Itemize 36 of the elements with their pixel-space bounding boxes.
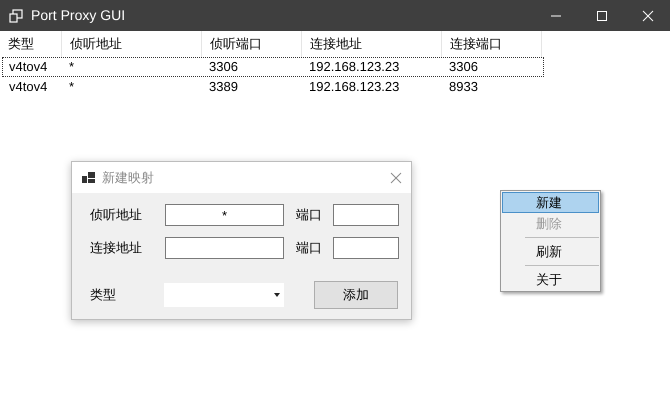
menu-item[interactable]: 新建 — [502, 192, 599, 213]
port-field[interactable] — [333, 237, 399, 259]
field-label: 侦听地址 — [90, 206, 143, 224]
field-label: 端口 — [296, 206, 323, 224]
table-cell-text: 3389 — [209, 78, 238, 96]
address-field[interactable]: * — [165, 204, 284, 226]
app-icon — [82, 172, 95, 183]
table-cell-text: 8933 — [449, 78, 478, 96]
column-header[interactable]: 类型 — [0, 31, 62, 57]
column-header[interactable]: 连接地址 — [302, 31, 442, 57]
table-cell-text: * — [69, 78, 74, 96]
maximize-icon[interactable] — [596, 10, 608, 22]
caret-icon — [274, 293, 280, 297]
menu-item[interactable]: 关于 — [502, 269, 599, 290]
add-button[interactable]: 添加 — [314, 281, 398, 309]
table-row[interactable]: v4tov4 * 3389 192.168.123.23 8933 — [2, 77, 544, 97]
table-cell-text: v4tov4 — [9, 58, 48, 76]
column-header[interactable]: 连接端口 — [442, 31, 542, 57]
field-label: 类型 — [90, 286, 117, 304]
table-cell-text: * — [69, 58, 74, 76]
table-cell-text: 192.168.123.23 — [309, 58, 400, 76]
table-cell-text: 3306 — [209, 58, 238, 76]
table-row[interactable]: v4tov4 * 3306 192.168.123.23 3306 — [2, 57, 544, 77]
table-cell-text: v4tov4 — [9, 78, 48, 96]
dialog-title: 新建映射 — [102, 168, 154, 187]
table-cell-text: 192.168.123.23 — [309, 78, 400, 96]
table-cell-text: 3306 — [449, 58, 478, 76]
menu-item[interactable]: 刷新 — [502, 241, 599, 262]
window-title: Port Proxy GUI — [31, 6, 126, 25]
field-label: 端口 — [296, 239, 323, 258]
address-field[interactable] — [165, 237, 284, 259]
column-header[interactable]: 侦听端口 — [202, 31, 302, 57]
column-header[interactable]: 侦听地址 — [62, 31, 202, 57]
app-icon — [9, 8, 23, 22]
port-field[interactable] — [333, 204, 399, 226]
field-label: 连接地址 — [90, 239, 143, 258]
